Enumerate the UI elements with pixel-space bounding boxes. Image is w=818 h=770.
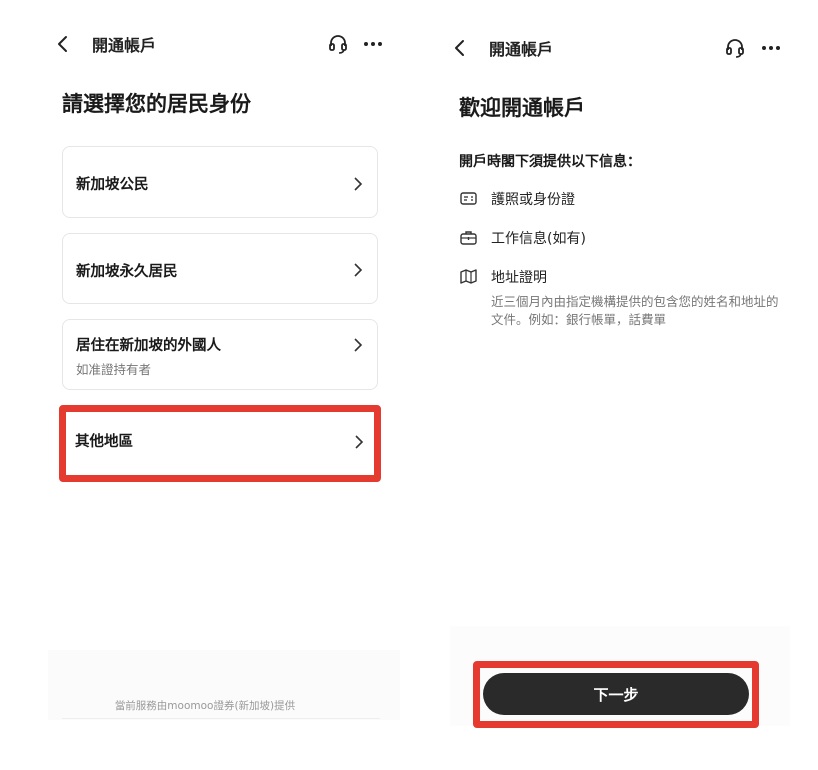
info-heading: 開戶時閣下須提供以下信息：: [459, 154, 641, 170]
option-foreigner-in-singapore[interactable]: 居住在新加坡的外國人 如准證持有者: [62, 319, 378, 390]
address-proof-description: 近三個月內由指定機構提供的包含您的姓名和地址的文件。例如：銀行帳單，話費單: [491, 294, 779, 327]
more-options-icon[interactable]: [362, 33, 384, 55]
requirement-employment-info: 工作信息(如有): [491, 231, 586, 247]
option-sublabel: 如准證持有者: [76, 362, 152, 377]
chevron-right-icon: [353, 176, 363, 191]
requirement-passport-id: 護照或身份證: [491, 192, 575, 208]
page-title: 請選擇您的居民身份: [62, 92, 251, 116]
option-label: 其他地區: [75, 434, 133, 450]
nav-bar: 開通帳戶: [410, 28, 818, 68]
option-singapore-pr[interactable]: 新加坡永久居民: [62, 233, 378, 304]
option-label: 居住在新加坡的外國人: [76, 338, 221, 354]
nav-bar: 開通帳戶: [0, 24, 410, 64]
nav-title: 開通帳戶: [92, 36, 157, 55]
map-icon: [460, 269, 477, 284]
id-card-icon: [460, 191, 477, 206]
briefcase-icon: [460, 230, 477, 245]
option-singapore-citizen[interactable]: 新加坡公民: [62, 146, 378, 218]
divider: [62, 718, 380, 719]
option-other-regions[interactable]: 其他地區: [62, 408, 378, 479]
chevron-right-icon: [354, 434, 364, 449]
more-options-icon[interactable]: [760, 37, 782, 59]
option-label: 新加坡永久居民: [76, 264, 178, 280]
requirement-address-proof: 地址證明: [491, 270, 547, 286]
customer-support-icon[interactable]: [327, 33, 349, 55]
page-title: 歡迎開通帳戶: [459, 96, 585, 120]
next-step-button[interactable]: 下一步: [483, 673, 749, 715]
welcome-account-screen: 開通帳戶 歡迎開通帳戶 開戶時閣下須提供以下信息： 護照或身份證 工作信息(如有…: [410, 0, 818, 770]
nav-title: 開通帳戶: [489, 40, 554, 59]
chevron-right-icon: [353, 337, 363, 352]
residency-selection-screen: 開通帳戶 請選擇您的居民身份 新加坡公民 新加坡永久居民 居住在新加坡的外國人 …: [0, 0, 410, 770]
customer-support-icon[interactable]: [724, 37, 746, 59]
back-icon[interactable]: [448, 37, 470, 59]
back-icon[interactable]: [51, 33, 73, 55]
chevron-right-icon: [353, 262, 363, 277]
service-provider-footer: 當前服務由moomoo證券(新加坡)提供: [114, 700, 296, 712]
option-label: 新加坡公民: [76, 177, 149, 193]
